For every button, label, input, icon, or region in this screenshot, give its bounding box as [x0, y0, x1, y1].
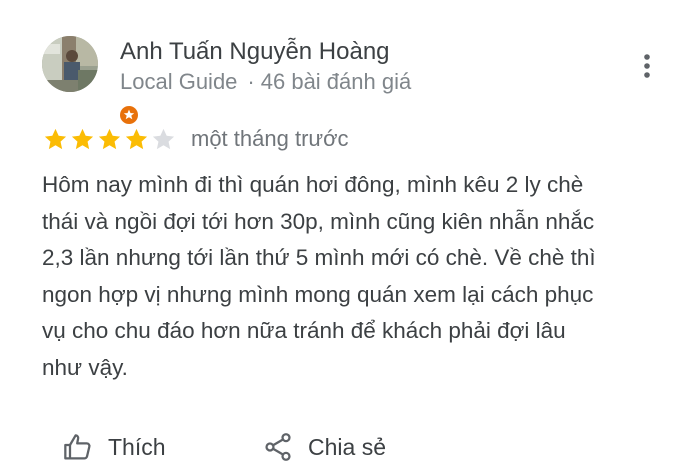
author-name[interactable]: Anh Tuấn Nguyễn Hoàng	[120, 36, 390, 68]
more-options-button[interactable]	[632, 50, 662, 82]
author-meta: Local Guide · 46 bài đánh giá	[120, 66, 411, 98]
avatar[interactable]	[42, 36, 140, 126]
share-icon	[265, 433, 291, 461]
star-filled-icon	[98, 128, 121, 149]
avatar-photo	[42, 36, 98, 92]
review-text-line: như vậy.	[42, 354, 128, 380]
review-card: Anh Tuấn Nguyễn Hoàng Local Guide · 46 bài…	[0, 0, 696, 476]
star-filled-icon	[71, 128, 94, 149]
more-vert-icon	[644, 54, 650, 78]
review-date: một tháng trước	[191, 126, 349, 151]
local-guide-label: Local Guide	[120, 69, 238, 94]
share-label: Chia sẻ	[308, 434, 386, 460]
like-button[interactable]: Thích	[62, 428, 166, 466]
review-text-line: vụ cho chu đáo hơn nữa tránh để khách ph…	[42, 318, 566, 343]
local-guide-star-svg	[120, 106, 138, 124]
local-guide-star-icon	[120, 106, 138, 124]
rating-row: một tháng trước	[42, 124, 349, 154]
review-text-line: thái và ngồi đợi tới hơn 30p, mình cũng …	[42, 208, 595, 234]
review-text-line: Hôm nay mình đi thì quán hơi đông, mình …	[42, 172, 584, 197]
review-text-line: 2,3 lần nhưng tới lần thứ 5 mình mới có …	[42, 245, 596, 270]
star-filled-icon	[44, 128, 67, 149]
review-count: 46 bài đánh giá	[260, 69, 412, 94]
like-label: Thích	[108, 434, 166, 460]
local-guide-badge	[118, 104, 140, 126]
review-text-line: ngon hợp vị nhưng mình mong quán xem lại…	[42, 281, 594, 307]
thumb-up-icon	[64, 434, 91, 460]
review-text: Hôm nay mình đi thì quán hơi đông, mình …	[42, 167, 672, 386]
meta-separator: ·	[247, 69, 255, 94]
star-filled-icon	[125, 128, 148, 149]
share-button[interactable]: Chia sẻ	[262, 428, 386, 466]
star-empty-icon	[152, 128, 175, 149]
star-rating	[42, 126, 177, 153]
